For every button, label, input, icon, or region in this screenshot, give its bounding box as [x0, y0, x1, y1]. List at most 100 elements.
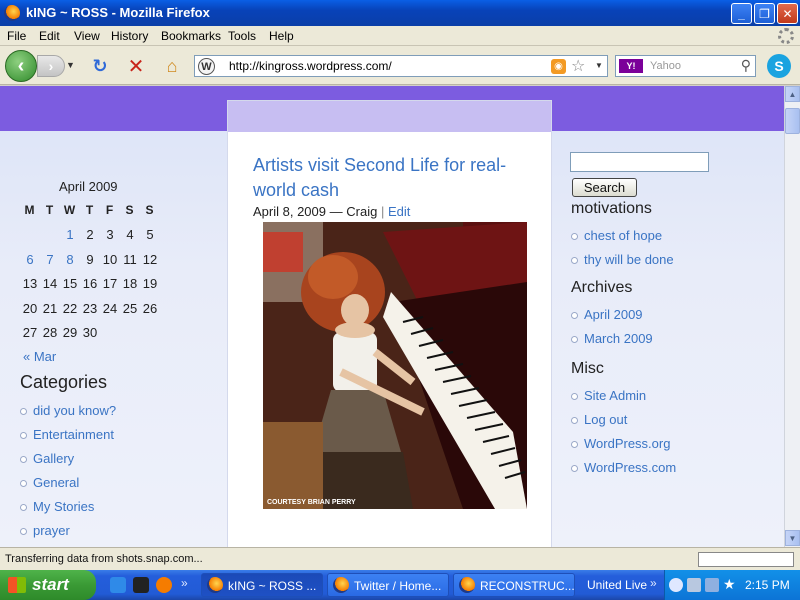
calendar-weekday: F	[105, 203, 115, 217]
vertical-scrollbar[interactable]: ▲ ▼	[784, 86, 800, 547]
post-separator: |	[380, 204, 385, 219]
misc-link[interactable]: WordPress.com	[584, 460, 676, 475]
window-titlebar[interactable]: kING ~ ROSS - Mozilla Firefox _ ❐ ✕	[0, 0, 800, 26]
progress-meter	[698, 552, 794, 567]
bullet-icon	[571, 393, 578, 400]
bullet-icon	[571, 441, 578, 448]
back-button[interactable]: ‹	[5, 50, 37, 82]
bullet-icon	[571, 336, 578, 343]
maximize-button[interactable]: ❐	[754, 3, 775, 24]
category-link[interactable]: did you know?	[33, 403, 116, 418]
photo-credit: COURTESY BRIAN PERRY	[267, 499, 356, 506]
network-tray-icon[interactable]	[705, 578, 719, 592]
task-reconstruc[interactable]: RECONSTRUC...	[453, 573, 575, 597]
history-dropdown-icon[interactable]: ▼	[66, 60, 75, 70]
calendar-prev-link[interactable]: « Mar	[23, 349, 56, 364]
arrow-right-icon: ›	[48, 58, 54, 74]
url-dropdown-icon[interactable]: ▼	[595, 61, 603, 70]
category-link[interactable]: Gallery	[33, 451, 74, 466]
calendar-day: 23	[82, 300, 98, 316]
window-title: kING ~ ROSS - Mozilla Firefox	[26, 5, 210, 20]
motivation-link[interactable]: chest of hope	[584, 228, 662, 243]
scroll-down-icon[interactable]: ▼	[785, 530, 800, 546]
magnifier-icon[interactable]: ⚲	[741, 57, 751, 74]
scroll-up-icon[interactable]: ▲	[785, 86, 800, 102]
quicklaunch-chevron-icon[interactable]: »	[181, 576, 188, 590]
bookmark-star-icon[interactable]: ☆	[571, 56, 585, 76]
menu-edit[interactable]: Edit	[39, 29, 60, 43]
category-link[interactable]: prayer	[33, 523, 70, 538]
url-text: http://kingross.wordpress.com/	[229, 59, 392, 73]
task-kingross[interactable]: kING ~ ROSS ...	[201, 573, 323, 597]
scroll-thumb[interactable]	[785, 108, 800, 134]
category-link[interactable]: Entertainment	[33, 427, 114, 442]
blog-search-input[interactable]	[570, 152, 709, 172]
calendar-caption: April 2009	[59, 179, 118, 194]
archives-heading: Archives	[571, 279, 633, 296]
reload-icon[interactable]: ↻	[89, 55, 111, 77]
calendar-day: 29	[62, 325, 78, 340]
calendar-day: 4	[126, 227, 134, 242]
bullet-icon	[20, 480, 27, 487]
firefox-task-icon	[333, 577, 349, 593]
calendar-weekday: M	[24, 203, 36, 217]
menu-help[interactable]: Help	[269, 29, 294, 43]
calendar-day: 5	[146, 227, 154, 242]
post-title[interactable]: Artists visit Second Life for real-world…	[253, 153, 543, 203]
content-top-strip	[228, 101, 551, 132]
bullet-icon	[571, 465, 578, 472]
calendar-day: 20	[22, 300, 38, 316]
media-quicklaunch-icon[interactable]	[133, 577, 149, 593]
calendar-day-link[interactable]: 7	[40, 252, 60, 267]
bullet-icon	[20, 528, 27, 535]
star-tray-icon[interactable]: ★	[723, 576, 737, 592]
minimize-button[interactable]: _	[731, 3, 752, 24]
taskbar-chevron-icon[interactable]: »	[650, 576, 657, 590]
menu-tools[interactable]: Tools	[228, 29, 256, 43]
firefox-quicklaunch-icon[interactable]	[156, 577, 172, 593]
menu-bookmarks[interactable]: Bookmarks	[161, 29, 221, 43]
calendar-day: 13	[22, 276, 38, 291]
firefox-task-icon	[207, 577, 223, 593]
calendar-day: 30	[82, 325, 98, 340]
ie-quicklaunch-icon[interactable]	[110, 577, 126, 593]
motivation-link[interactable]: thy will be done	[584, 252, 674, 267]
yahoo-engine-icon[interactable]: Y!	[619, 59, 643, 73]
menu-history[interactable]: History	[111, 29, 148, 43]
post-dash: —	[329, 204, 343, 219]
task-label: Twitter / Home...	[354, 579, 442, 593]
task-label: RECONSTRUC...	[480, 579, 575, 593]
misc-link[interactable]: Log out	[584, 412, 627, 427]
calendar-weekday: W	[63, 203, 77, 217]
firefox-icon	[4, 5, 20, 21]
category-link[interactable]: General	[33, 475, 79, 490]
close-button[interactable]: ✕	[777, 3, 798, 24]
blog-search-button[interactable]: Search	[572, 178, 637, 197]
home-icon[interactable]: ⌂	[161, 55, 183, 77]
category-link[interactable]: My Stories	[33, 499, 94, 514]
menu-file[interactable]: File	[7, 29, 26, 43]
search-box[interactable]: Y! Yahoo ⚲	[615, 55, 756, 77]
address-bar[interactable]: W http://kingross.wordpress.com/ ◉ ☆ ▼	[194, 55, 608, 77]
menu-view[interactable]: View	[74, 29, 100, 43]
tray-back-icon[interactable]	[669, 578, 683, 592]
forward-button[interactable]: ›	[37, 55, 65, 77]
post-edit-link[interactable]: Edit	[388, 204, 410, 219]
calendar-day-link[interactable]: 8	[60, 252, 80, 267]
task-twitter[interactable]: Twitter / Home...	[327, 573, 449, 597]
archive-link[interactable]: March 2009	[584, 331, 653, 346]
start-button[interactable]: start	[0, 570, 96, 600]
stop-icon[interactable]: ✕	[125, 55, 147, 78]
post-author: Craig	[346, 204, 378, 219]
printer-tray-icon[interactable]	[687, 578, 701, 592]
archive-link[interactable]: April 2009	[584, 307, 643, 322]
calendar-day: 15	[62, 276, 78, 291]
united-live-toolbar[interactable]: United Live	[587, 578, 647, 592]
skype-icon[interactable]: S	[767, 54, 791, 78]
calendar-weekday: T	[45, 203, 55, 217]
misc-link[interactable]: WordPress.org	[584, 436, 670, 451]
calendar-day-link[interactable]: 1	[60, 227, 80, 242]
rss-feed-icon[interactable]: ◉	[551, 59, 566, 74]
calendar-day-link[interactable]: 6	[20, 252, 40, 267]
misc-link[interactable]: Site Admin	[584, 388, 646, 403]
